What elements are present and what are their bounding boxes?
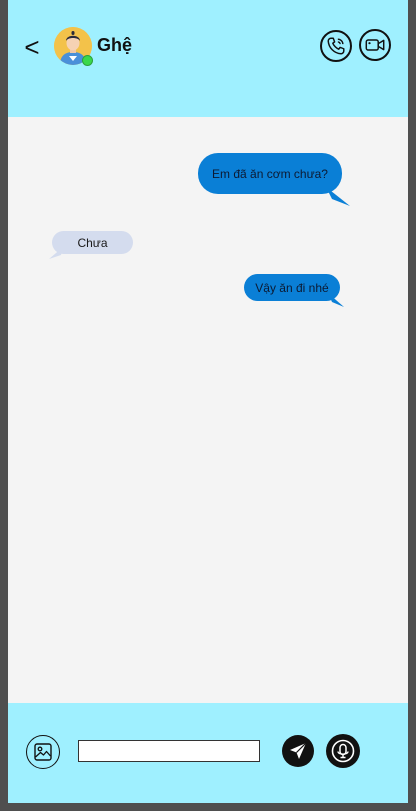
message-list[interactable]: Em đã ăn cơm chưa? Chưa Vậy ăn đi nhé bbox=[8, 117, 408, 703]
back-button[interactable]: < bbox=[22, 34, 42, 60]
send-icon bbox=[290, 742, 307, 759]
message-text: Chưa bbox=[77, 235, 108, 250]
image-icon bbox=[34, 743, 52, 761]
microphone-icon bbox=[331, 739, 355, 763]
voice-record-button[interactable] bbox=[326, 734, 360, 768]
voice-call-button[interactable] bbox=[320, 30, 352, 62]
phone-call-icon bbox=[327, 37, 345, 55]
contact-name: Ghệ bbox=[97, 35, 133, 55]
message-sent[interactable]: Em đã ăn cơm chưa? bbox=[198, 153, 342, 194]
message-text: Em đã ăn cơm chưa? bbox=[212, 166, 328, 181]
message-received[interactable]: Chưa bbox=[52, 231, 133, 254]
chat-app: < Ghệ Em đã ăn cơm chưa? Chưa Vậy ăn đi … bbox=[8, 0, 408, 803]
send-button[interactable] bbox=[282, 735, 314, 767]
message-sent[interactable]: Vậy ăn đi nhé bbox=[244, 274, 340, 301]
online-status-dot bbox=[82, 55, 93, 66]
video-call-button[interactable] bbox=[359, 29, 391, 61]
message-text: Vậy ăn đi nhé bbox=[255, 280, 329, 295]
chat-header: < Ghệ bbox=[8, 0, 408, 117]
message-input[interactable] bbox=[78, 740, 260, 762]
message-composer bbox=[8, 703, 408, 803]
attach-image-button[interactable] bbox=[26, 735, 60, 769]
video-camera-icon bbox=[365, 39, 385, 51]
